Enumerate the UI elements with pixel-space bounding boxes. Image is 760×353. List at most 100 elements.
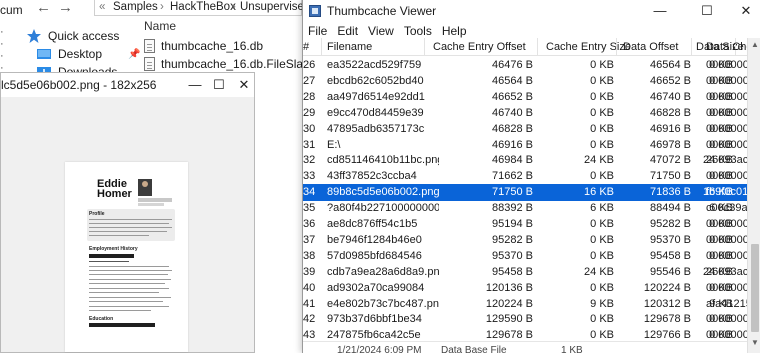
table-row[interactable]: 37 be7946f1284b46e0 95282 B0 KB 95370 B0 KB… [303,232,747,249]
resume-section-employment: Employment History [89,246,138,252]
row-number: 40 [303,281,316,294]
row-data-checksum: 000000000 [706,90,747,103]
row-cache-entry-size: 0 KB [590,218,614,230]
row-data-checksum: 000000000 [706,218,747,230]
thumbcache-titlebar[interactable]: Thumbcache Viewer — ☐ ✕ [303,0,760,22]
row-cache-entry-offset: 95370 B [492,249,533,262]
table-row[interactable]: 34 89b8c5d5e06b002.png 71750 B 16 KB 71836 B… [303,184,747,201]
table-row[interactable]: 40 ad9302a70ca99084 120136 B0 KB 120224 B0 … [303,280,747,297]
table-row[interactable]: 36 ae8dc876ff54c1b5 95194 B0 KB 95282 B0 KB… [303,216,747,233]
column-header-filename[interactable]: Filename [327,41,372,53]
column-header-name[interactable]: Name [144,19,176,33]
breadcrumb-overflow[interactable]: « [99,0,105,15]
table-row[interactable]: 31E:\46916 B0 KB46978 B0 KB000000000 [303,137,747,154]
table-row[interactable]: 32 cd851146410b11bc.png 46984 B 24 KB 47072 … [303,152,747,169]
row-data-checksum: 000000000 [706,106,747,119]
row-data-offset: 95458 B [650,249,691,262]
resume-text-line [89,266,169,268]
table-row[interactable]: 33 43ff37852c3ccba4 71662 B0 KB 71750 B0 KB… [303,168,747,185]
minimize-button[interactable]: — [649,1,671,21]
row-cache-entry-offset: 46564 B [492,74,533,87]
resume-text-line [89,306,169,308]
vertical-scrollbar[interactable]: ▲ ▼ [747,38,760,353]
maximize-button[interactable]: ☐ [696,1,718,21]
breadcrumb-hackthebox[interactable]: HackTheBox [170,0,236,15]
row-data-checksum: 26093acd6 [706,154,747,167]
table-row[interactable]: 30 47895adb6357173c 46828 B0 KB 46916 B0 KB… [303,121,747,138]
file-list-item[interactable]: thumbcache_16.db.FileSlack [144,55,315,73]
back-arrow-icon[interactable]: ← [36,0,51,16]
row-data-checksum: 000000000 [706,59,747,71]
row-cache-entry-offset: 120224 B [485,297,533,310]
row-data-offset: 88494 B [650,202,691,215]
row-data-offset: 95546 B [650,265,691,278]
breadcrumb-separator: › [232,1,236,13]
file-type: Data Base File [441,345,507,353]
column-header-data-checksum[interactable]: Data Chec [706,41,747,53]
resume-text-line [89,310,151,312]
maximize-button[interactable]: ☐ [208,75,230,95]
resume-contact-line [138,198,172,202]
resume-education-bar [89,323,155,327]
row-data-checksum: fb9f0c011 [706,186,747,199]
table-row[interactable]: 43 247875fb6ca42c5e 129678 B0 KB 129766 B0 … [303,327,747,341]
row-data-checksum: 000000000 [706,170,747,183]
thumbcache-viewer-window: Thumbcache Viewer — ☐ ✕ File Edit View T… [302,0,760,353]
row-cache-entry-offset: 129678 B [485,329,533,341]
row-number: 42 [303,313,316,326]
column-header-data-offset[interactable]: Data Offset [623,41,678,53]
resume-text-line [89,292,159,294]
table-row[interactable]: 26 ea3522acd529f759 46476 B0 KB 46564 B0 KB… [303,57,747,74]
column-header-cache-entry-offset[interactable]: Cache Entry Offset [433,41,526,53]
row-cache-entry-size: 0 KB [590,90,614,103]
table-row[interactable]: 29 e9cc470d84459e39 46740 B0 KB 46828 B0 KB… [303,105,747,122]
resume-text-line [89,288,169,290]
sidebar-item-quick-access[interactable]: Quick access [26,27,119,45]
row-data-checksum: 000000000 [706,313,747,326]
table-row[interactable]: 27 ebcdb62c6052bd40 46564 B0 KB 46652 B0 KB… [303,73,747,90]
row-data-checksum: 26093acd6 [706,265,747,278]
table-row[interactable]: 42 973b37d6bbf1be34 129590 B0 KB 129678 B0 … [303,311,747,328]
resume-text-line [89,270,172,272]
table-row[interactable]: 38 57d0985bfd684546 95370 B0 KB 95458 B0 KB… [303,248,747,265]
row-data-offset: 71836 B [650,186,691,199]
column-header-cache-entry-size[interactable]: Cache Entry Size [546,41,631,53]
row-cache-entry-offset: 46740 B [492,106,533,119]
address-breadcrumb[interactable]: « Samples › HackTheBox › Unsupervised [94,0,310,16]
row-cache-entry-size: 0 KB [590,122,614,135]
close-button[interactable]: ✕ [233,75,255,95]
column-header-number[interactable]: # [303,41,309,53]
file-name: thumbcache_16.db.FileSlack [161,57,316,71]
scroll-up-arrow-icon[interactable]: ▲ [748,38,760,52]
table-row[interactable]: 35?a80f4b2271000000007c...88392 B6 KB884… [303,200,747,217]
row-data-checksum: afa41215d [706,297,747,310]
resume-section-profile: Profile [89,211,105,217]
image-viewer-titlebar[interactable]: lc5d5e06b002.png - 182x256 — ☐ ✕ [1,73,254,97]
row-cache-entry-offset: 46828 B [492,122,533,135]
row-number: 38 [303,249,316,262]
row-cache-entry-size: 0 KB [590,249,614,262]
table-row[interactable]: 28 aa497d6514e92dd1 46652 B0 KB 46740 B0 KB… [303,89,747,106]
row-number: 32 [303,154,316,167]
table-row[interactable]: 41 e4e802b73c7bc487.png 120224 B9 KB 120312… [303,296,747,313]
file-list-item[interactable]: thumbcache_16.db [144,37,263,55]
row-data-offset: 120224 B [643,281,691,294]
breadcrumb-samples[interactable]: Samples [113,0,158,15]
resume-text-line [89,231,167,233]
minimize-button[interactable]: — [184,75,206,95]
row-number: 34 [303,186,316,199]
row-data-offset: 129678 B [643,313,691,326]
forward-arrow-icon[interactable]: → [58,0,73,16]
scroll-down-arrow-icon[interactable]: ▼ [748,336,760,350]
image-viewer-title: lc5d5e06b002.png - 182x256 [1,78,157,92]
row-number: 39 [303,265,316,278]
close-button[interactable]: ✕ [735,1,757,21]
row-data-offset: 47072 B [650,154,691,167]
scrollbar-thumb[interactable] [751,244,759,332]
sidebar-item-label: Desktop [58,47,103,61]
breadcrumb-unsupervised[interactable]: Unsupervised [240,0,310,15]
row-cache-entry-offset: 95458 B [492,265,533,278]
pin-icon: 📌 [128,48,141,60]
table-row[interactable]: 39 cdb7a9ea28a6d8a9.png 95458 B 24 KB 95546 … [303,264,747,281]
sidebar-item-desktop[interactable]: Desktop 📌 [36,45,140,63]
